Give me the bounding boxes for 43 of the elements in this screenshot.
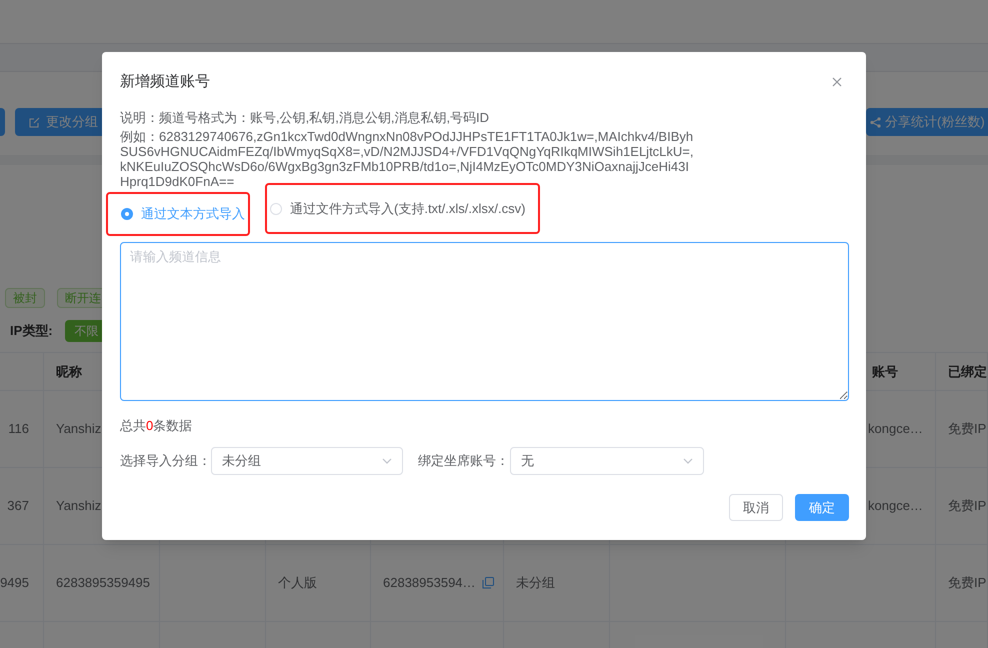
column-header: 昵称 <box>56 362 82 381</box>
toolbar-button[interactable] <box>0 108 5 136</box>
confirm-button[interactable]: 确定 <box>795 494 849 521</box>
status-tag[interactable]: 被封 <box>5 288 45 308</box>
table-cell-text: Yanshiz <box>56 497 102 516</box>
example-text-line: 例如：6283129740676,zGn1kcxTwd0dWngnxNn08vPOdJJHPsTE1FT1TA0Jk1w=,MAIchkv4/BIByh <box>120 129 694 144</box>
data-count-text: 总共0条数据 <box>120 418 194 434</box>
dialog-title: 新增频道账号 <box>120 72 210 92</box>
table-cell-text: 个人版 <box>278 574 317 592</box>
table-cell-text: 367 <box>7 497 29 516</box>
column-header: 账号 <box>872 362 898 381</box>
group-select[interactable]: 未分组 <box>211 447 403 475</box>
share-stats-button[interactable]: 分享统计(粉丝数) <box>866 108 988 136</box>
column-header: 已绑定 <box>948 362 987 381</box>
table-cell-text: 免费IP <box>948 574 986 592</box>
cancel-button[interactable]: 取消 <box>729 494 783 521</box>
share-icon <box>870 116 881 128</box>
example-text-line: Hprq1D9dK0FnA== <box>120 174 236 189</box>
table-cell-text: 116 <box>8 420 29 438</box>
copy-icon[interactable] <box>482 577 494 589</box>
example-text-line: SUS6vHGNUCAidmFEZq/IbWmyqSqX8=,vD/N2MJJSD4+/VFD1VqQNgYqRIkqMIWSih1ELjtcLkU=, <box>120 144 695 159</box>
chevron-down-icon <box>683 458 693 464</box>
table-cell-text: 免费IP <box>948 497 986 516</box>
example-text-line: kNKEuIuZOSQhcWsD6o/6WgxBg3gn3zFMb10PRB/td1o=,NjI4MzEyOTc0MDY3NiOaxnajjJceHi43I <box>120 159 690 174</box>
close-icon[interactable] <box>832 77 842 87</box>
radio-option[interactable]: 通过文件方式导入(支持.txt/.xls/.xlsx/.csv) <box>270 198 526 218</box>
table-cell-text: 未分组 <box>516 574 555 592</box>
table-cell-text: Yanshiz <box>56 420 102 438</box>
table-cell-text: kongce… <box>868 497 923 516</box>
group-select-label: 选择导入分组： <box>120 452 211 470</box>
table-cell-text: 6283895359495 <box>56 574 150 592</box>
format-description: 说明：频道号格式为：账号,公钥,私钥,消息公钥,消息私钥,号码ID <box>120 110 490 126</box>
seat-select[interactable]: 无 <box>510 447 704 475</box>
radio-option[interactable]: 通过文本方式导入 <box>121 204 245 224</box>
chevron-down-icon <box>382 458 392 464</box>
seat-select-label: 绑定坐席账号： <box>418 452 510 470</box>
table-cell-text: 9495 <box>0 574 29 592</box>
channel-info-input[interactable]: 请输入频道信息 <box>120 242 849 401</box>
edit-icon <box>29 116 40 128</box>
ip-type-label: IP类型: <box>10 322 53 340</box>
table-cell-text: kongce… <box>868 420 923 438</box>
table-cell-text: 免费IP <box>948 420 986 438</box>
table-cell-text: 62838953594… <box>383 574 476 592</box>
